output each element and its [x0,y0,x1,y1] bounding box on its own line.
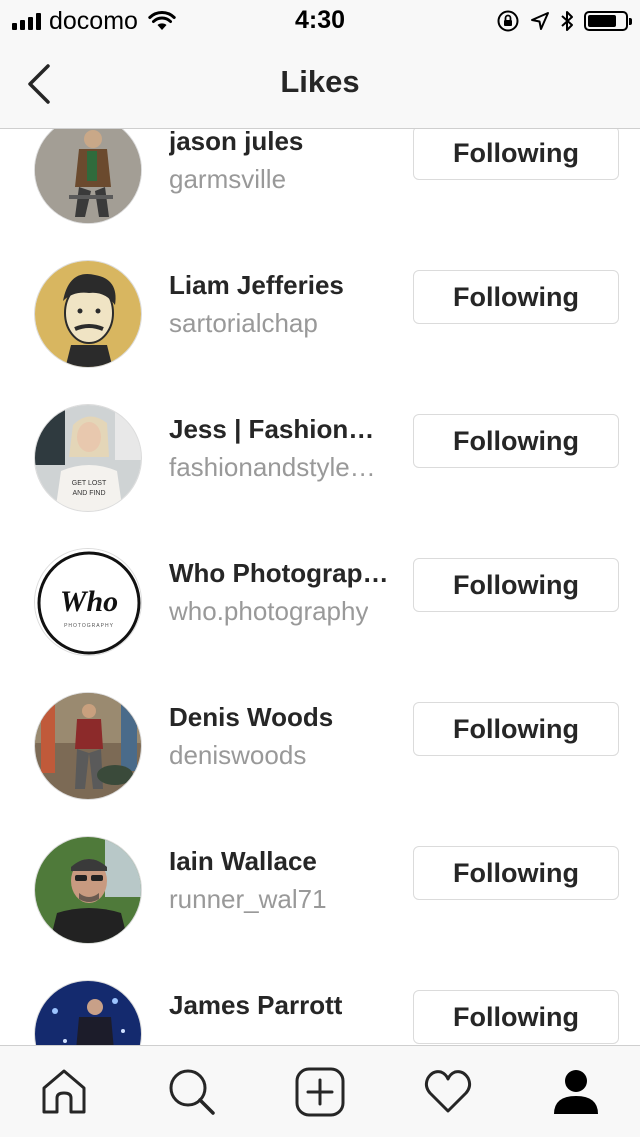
username: who.photography [169,596,369,626]
search-icon[interactable] [166,1066,218,1118]
profile-icon[interactable] [550,1066,602,1118]
home-icon[interactable] [38,1066,90,1118]
battery-icon [584,11,632,31]
following-button[interactable]: Following [413,846,619,900]
avatar[interactable] [34,980,142,1045]
list-item[interactable]: Iain Wallace runner_wal71 Following [0,836,640,980]
avatar[interactable] [34,260,142,368]
following-button[interactable]: Following [413,129,619,180]
avatar[interactable]: GET LOST AND FIND [34,404,142,512]
following-button[interactable]: Following [413,414,619,468]
display-name: jason jules [169,129,304,156]
avatar[interactable] [34,836,142,944]
likes-list[interactable]: jason jules garmsville Following Liam Je… [0,129,640,1045]
list-item[interactable]: Liam Jefferies sartorialchap Following [0,260,640,404]
bluetooth-icon [561,11,573,31]
display-name: Iain Wallace [169,846,317,876]
avatar-logo-subtext: PHOTOGRAPHY [64,623,114,629]
tab-bar [0,1045,640,1137]
avatar[interactable]: Who PHOTOGRAPHY [34,548,142,656]
avatar[interactable] [34,129,142,224]
username: deniswoods [169,740,307,770]
display-name: Denis Woods [169,702,334,732]
display-name: Liam Jefferies [169,270,344,300]
username: runner_wal71 [169,884,327,914]
display-name: Jess | Fashion… [169,414,375,444]
navigation-bar: Likes [0,40,640,129]
avatar[interactable] [34,692,142,800]
activity-heart-icon[interactable] [422,1066,474,1118]
following-button[interactable]: Following [413,558,619,612]
page-title: Likes [280,64,360,99]
location-arrow-icon [531,12,549,30]
username: garmsville [169,164,287,194]
status-bar: docomo 4:30 [0,0,640,40]
username: fashionandstyle… [169,452,376,482]
display-name: Who Photograp… [169,558,389,588]
avatar-logo-text: Who [60,585,118,618]
following-button[interactable]: Following [413,990,619,1044]
orientation-lock-icon [497,10,519,32]
list-item[interactable]: jason jules garmsville Following [0,129,640,260]
list-item[interactable]: James Parrott Following [0,980,640,1045]
list-item[interactable]: Who PHOTOGRAPHY Who Photograp… who.photo… [0,548,640,692]
svg-text:GET LOST: GET LOST [72,480,107,487]
username: sartorialchap [169,308,318,338]
list-item[interactable]: Denis Woods deniswoods Following [0,692,640,836]
following-button[interactable]: Following [413,702,619,756]
display-name: James Parrott [169,990,343,1020]
add-post-icon[interactable] [294,1066,346,1118]
following-button[interactable]: Following [413,270,619,324]
list-item[interactable]: GET LOST AND FIND Jess | Fashion… fashio… [0,404,640,548]
svg-text:AND FIND: AND FIND [72,490,105,497]
